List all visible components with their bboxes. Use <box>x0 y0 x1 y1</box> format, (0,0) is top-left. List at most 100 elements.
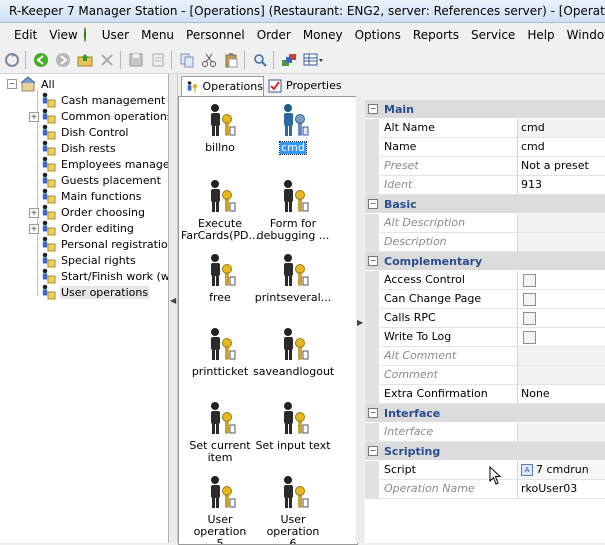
back-button[interactable] <box>31 50 51 70</box>
prop-write-to-log[interactable]: Write To Log <box>365 328 605 347</box>
view-mode-button[interactable] <box>301 50 327 70</box>
left-splitter[interactable]: ◀ <box>169 74 178 543</box>
prop-value[interactable]: cmd <box>518 138 605 157</box>
tree-item-start-finish-work[interactable]: Start/Finish work (writ <box>40 268 168 284</box>
category-complementary[interactable]: − Complementary <box>365 252 605 270</box>
prop-access-control[interactable]: Access Control <box>365 271 605 290</box>
tab-operations[interactable]: Operations <box>181 76 264 96</box>
operation-item-selected[interactable]: cmd <box>253 103 333 177</box>
toolbar-separator <box>25 51 26 69</box>
menu-help[interactable]: Help <box>521 23 560 46</box>
collapse-left-arrow-icon[interactable]: ◀ <box>170 296 176 305</box>
prop-interface[interactable]: Interface <box>365 423 605 442</box>
menu-window[interactable]: Window <box>561 23 605 46</box>
tree-item-common-operations[interactable]: Common operations <box>40 108 168 124</box>
prop-alt-description[interactable]: Alt Description <box>365 214 605 233</box>
menu-service[interactable]: Service <box>465 23 521 46</box>
prop-alt-comment[interactable]: Alt Comment <box>365 347 605 366</box>
operation-item[interactable]: billno <box>180 103 260 177</box>
operation-item[interactable]: Set current item <box>180 401 260 475</box>
prop-comment[interactable]: Comment <box>365 366 605 385</box>
operation-item[interactable]: free <box>180 253 260 327</box>
menu-edit[interactable]: Edit <box>8 23 43 46</box>
forward-button[interactable] <box>53 50 73 70</box>
menu-user[interactable]: User <box>96 23 135 46</box>
cut-button[interactable] <box>199 50 219 70</box>
prop-script[interactable]: Script A 7 cmdrun <box>365 461 605 480</box>
find-button[interactable] <box>250 50 270 70</box>
collapse-icon[interactable]: − <box>368 256 378 266</box>
tree-item-order-editing[interactable]: Order editing <box>40 220 135 236</box>
tree-root-all[interactable]: All <box>20 76 56 92</box>
delete-button[interactable] <box>97 50 117 70</box>
tree-label: Special rights <box>61 253 136 267</box>
tree-item-guests-placement[interactable]: Guests placement <box>40 172 162 188</box>
collapse-icon[interactable]: − <box>368 408 378 418</box>
tree-item-user-operations[interactable]: User operations <box>40 284 150 300</box>
up-folder-button[interactable] <box>75 50 95 70</box>
collapse-icon[interactable]: − <box>368 199 378 209</box>
tree-item-cash-management[interactable]: Cash management <box>40 92 166 108</box>
menu-options[interactable]: Options <box>349 23 407 46</box>
category-scripting[interactable]: − Scripting <box>365 442 605 460</box>
copy-button[interactable] <box>177 50 197 70</box>
operation-item[interactable]: User operation 5 <box>180 475 260 544</box>
tree-collapse-toggle[interactable]: − <box>7 79 17 89</box>
prop-extra-confirmation[interactable]: Extra Confirmation None <box>365 385 605 404</box>
menu-personnel[interactable]: Personnel <box>180 23 251 46</box>
tree-item-dish-control[interactable]: Dish Control <box>40 124 130 140</box>
tree-item-order-choosing[interactable]: Order choosing <box>40 204 146 220</box>
tree-item-special-rights[interactable]: Special rights <box>40 252 137 268</box>
tree-item-personal-registration[interactable]: Personal registration <box>40 236 168 252</box>
operator-folder-icon <box>42 156 56 172</box>
operation-item[interactable]: Execute FarCards(PD... <box>180 179 260 253</box>
undo-button[interactable] <box>148 50 168 70</box>
tools-button[interactable] <box>279 50 299 70</box>
category-basic[interactable]: − Basic <box>365 195 605 213</box>
menu-reports[interactable]: Reports <box>407 23 465 46</box>
operation-item[interactable]: printticket <box>180 327 260 401</box>
prop-value[interactable]: cmd <box>518 119 605 138</box>
prop-operation-name[interactable]: Operation Name rkoUser03 <box>365 480 605 499</box>
scissors-icon <box>202 53 216 67</box>
menu-view[interactable]: View <box>43 23 83 46</box>
prop-ident[interactable]: Ident 913 <box>365 176 605 195</box>
prop-name-field[interactable]: Name cmd <box>365 138 605 157</box>
prop-calls-rpc[interactable]: Calls RPC <box>365 309 605 328</box>
tree-expand-toggle[interactable]: + <box>29 112 39 122</box>
tree-item-employees-management[interactable]: Employees manageme <box>40 156 168 172</box>
prop-alt-name[interactable]: Alt Name cmd <box>365 119 605 138</box>
tree-expand-toggle[interactable]: + <box>29 208 39 218</box>
right-splitter[interactable]: ▶ <box>356 96 364 543</box>
operation-item[interactable]: Set input text <box>253 401 333 475</box>
access-control-checkbox[interactable] <box>523 274 536 287</box>
prop-preset[interactable]: Preset Not a preset <box>365 157 605 176</box>
save-button[interactable] <box>126 50 146 70</box>
calls-rpc-checkbox[interactable] <box>523 312 536 325</box>
write-to-log-checkbox[interactable] <box>523 331 536 344</box>
collapse-icon[interactable]: − <box>368 104 378 114</box>
operation-item[interactable]: User operation 6 <box>253 475 333 544</box>
operation-item[interactable]: printseveral... <box>253 253 333 327</box>
prop-description[interactable]: Description <box>365 233 605 252</box>
refresh-button[interactable] <box>2 50 22 70</box>
prop-value[interactable]: A7 cmdrun <box>518 461 605 480</box>
paste-button[interactable] <box>221 50 241 70</box>
can-change-page-checkbox[interactable] <box>523 293 536 306</box>
collapse-icon[interactable]: − <box>368 446 378 456</box>
prop-value[interactable]: None <box>518 385 605 404</box>
prop-can-change-page[interactable]: Can Change Page <box>365 290 605 309</box>
tree-item-dish-rests[interactable]: Dish rests <box>40 140 117 156</box>
operation-item[interactable]: Form for debugging ... <box>253 179 333 253</box>
menu-menu[interactable]: Menu <box>135 23 180 46</box>
category-interface[interactable]: − Interface <box>365 404 605 422</box>
tree-item-main-functions[interactable]: Main functions <box>40 188 142 204</box>
collapse-right-arrow-icon[interactable]: ▶ <box>357 318 363 327</box>
menu-order[interactable]: Order <box>251 23 297 46</box>
tab-properties[interactable]: Properties <box>264 76 364 95</box>
category-main[interactable]: − Main <box>365 100 605 118</box>
tree-expand-toggle[interactable]: + <box>29 224 39 234</box>
operator-key-icon <box>211 104 236 136</box>
operation-item[interactable]: saveandlogout <box>253 327 334 401</box>
menu-money[interactable]: Money <box>297 23 349 46</box>
